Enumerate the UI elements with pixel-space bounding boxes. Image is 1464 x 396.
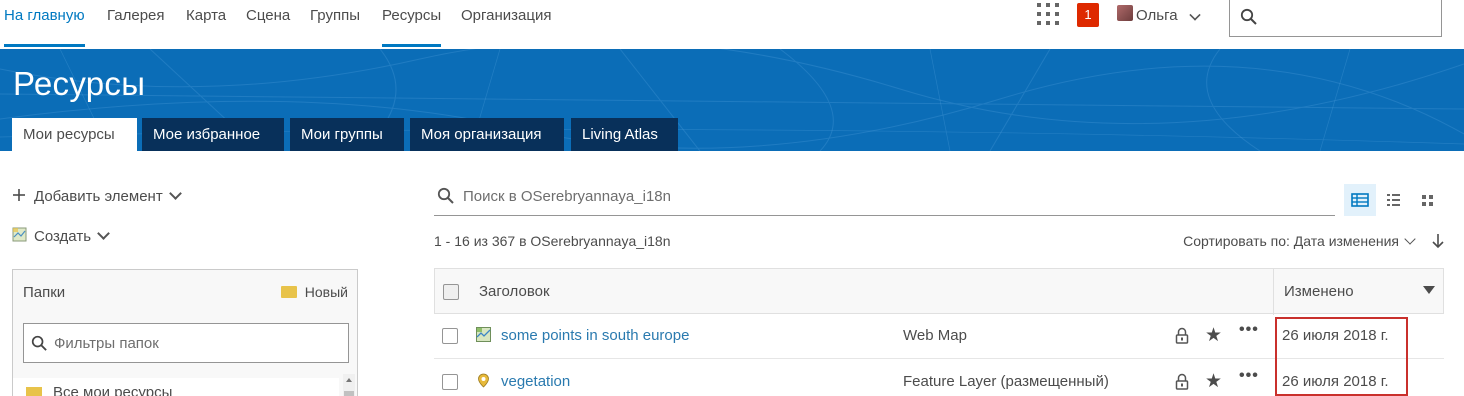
chevron-down-icon — [168, 187, 182, 200]
map-icon — [12, 227, 27, 242]
more-options-icon[interactable]: ••• — [1239, 321, 1259, 339]
nav-home[interactable]: На главную — [4, 0, 85, 49]
lock-icon — [1175, 327, 1189, 344]
nav-groups[interactable]: Группы — [310, 0, 360, 49]
scroll-up-icon[interactable] — [346, 378, 352, 382]
results-count: 1 - 16 из 367 в OSerebryannaya_i18n — [434, 233, 671, 249]
create-button[interactable]: Создать — [12, 225, 110, 249]
page-title: Ресурсы — [13, 65, 146, 102]
item-type: Web Map — [903, 327, 967, 344]
list-view-icon — [1387, 194, 1400, 206]
global-search-input[interactable] — [1229, 0, 1442, 37]
row-checkbox[interactable] — [442, 328, 458, 344]
nav-scene[interactable]: Сцена — [246, 0, 290, 49]
search-icon — [31, 335, 47, 351]
content-search-field[interactable] — [434, 178, 1335, 216]
item-type: Feature Layer (размещенный) — [903, 373, 1109, 390]
nav-map[interactable]: Карта — [186, 0, 226, 49]
more-options-icon[interactable]: ••• — [1239, 367, 1259, 385]
content-search-input[interactable] — [463, 186, 1163, 206]
avatar[interactable] — [1117, 5, 1133, 21]
favorite-star-icon[interactable]: ★ — [1205, 324, 1222, 347]
tab-my-content[interactable]: Мои ресурсы — [12, 118, 137, 151]
item-title-link[interactable]: vegetation — [501, 359, 570, 396]
column-modified[interactable]: Изменено — [1284, 269, 1354, 315]
caret-down-icon[interactable] — [1423, 286, 1435, 294]
folder-item-all-content[interactable]: Все мои ресурсы — [13, 378, 339, 396]
folder-icon — [26, 387, 42, 396]
sort-descending-icon[interactable] — [1431, 231, 1445, 251]
top-navigation: На главную Галерея Карта Сцена Группы Ре… — [0, 0, 1464, 49]
tab-my-organization[interactable]: Моя организация — [410, 118, 564, 151]
search-icon — [437, 187, 454, 204]
web-map-icon — [476, 327, 491, 342]
row-checkbox[interactable] — [442, 374, 458, 390]
nav-gallery[interactable]: Галерея — [107, 0, 165, 49]
lock-icon — [1175, 373, 1189, 390]
select-all-checkbox[interactable] — [443, 284, 459, 300]
favorite-star-icon[interactable]: ★ — [1205, 370, 1222, 393]
add-item-label: Добавить элемент — [34, 188, 163, 205]
folder-item-label: Все мои ресурсы — [53, 384, 173, 396]
tab-my-favorites[interactable]: Мое избранное — [142, 118, 284, 151]
content-banner: Ресурсы Мои ресурсы Мое избранное Мои гр… — [0, 49, 1464, 151]
nav-content[interactable]: Ресурсы — [382, 0, 442, 49]
chevron-down-icon[interactable] — [1189, 9, 1201, 21]
column-divider — [1273, 269, 1274, 315]
folder-icon — [280, 286, 297, 298]
tab-my-groups[interactable]: Мои группы — [290, 118, 404, 151]
new-folder-label: Новый — [304, 284, 348, 300]
create-label: Создать — [34, 228, 92, 245]
app-launcher-icon[interactable] — [1037, 3, 1059, 25]
table-view-icon — [1351, 193, 1369, 207]
sort-label: Сортировать по: Дата изменения — [1183, 233, 1399, 249]
feature-layer-icon — [478, 373, 489, 388]
notification-badge[interactable]: 1 — [1077, 3, 1099, 27]
nav-organization[interactable]: Организация — [461, 0, 551, 49]
item-title-link[interactable]: some points in south europe — [501, 313, 689, 359]
add-item-button[interactable]: Добавить элемент — [12, 185, 182, 209]
grid-view-icon — [1422, 195, 1433, 206]
search-icon — [1240, 8, 1257, 25]
table-header: Заголовок Изменено — [434, 268, 1444, 315]
modified-date-highlight-box — [1275, 317, 1408, 396]
new-folder-button[interactable]: Новый — [280, 270, 348, 315]
plus-icon — [13, 189, 25, 201]
sort-dropdown[interactable]: Сортировать по: Дата изменения — [1183, 233, 1416, 249]
folders-scrollbar[interactable] — [343, 374, 355, 396]
folder-filter-field[interactable] — [23, 323, 349, 363]
chevron-down-icon — [97, 227, 110, 240]
column-title[interactable]: Заголовок — [479, 269, 550, 315]
folder-filter-input[interactable] — [54, 333, 334, 353]
scroll-thumb[interactable] — [344, 391, 354, 396]
table-view-button[interactable] — [1344, 184, 1376, 216]
folders-title: Папки — [23, 284, 66, 301]
grid-view-button[interactable] — [1412, 184, 1444, 216]
folders-header: Папки Новый — [13, 270, 357, 315]
list-view-button[interactable] — [1378, 184, 1410, 216]
folders-panel: Папки Новый Все мои ресурсы — [12, 269, 358, 396]
user-name[interactable]: Ольга — [1136, 0, 1178, 32]
chevron-down-icon — [1404, 233, 1416, 245]
tab-living-atlas[interactable]: Living Atlas — [571, 118, 678, 151]
